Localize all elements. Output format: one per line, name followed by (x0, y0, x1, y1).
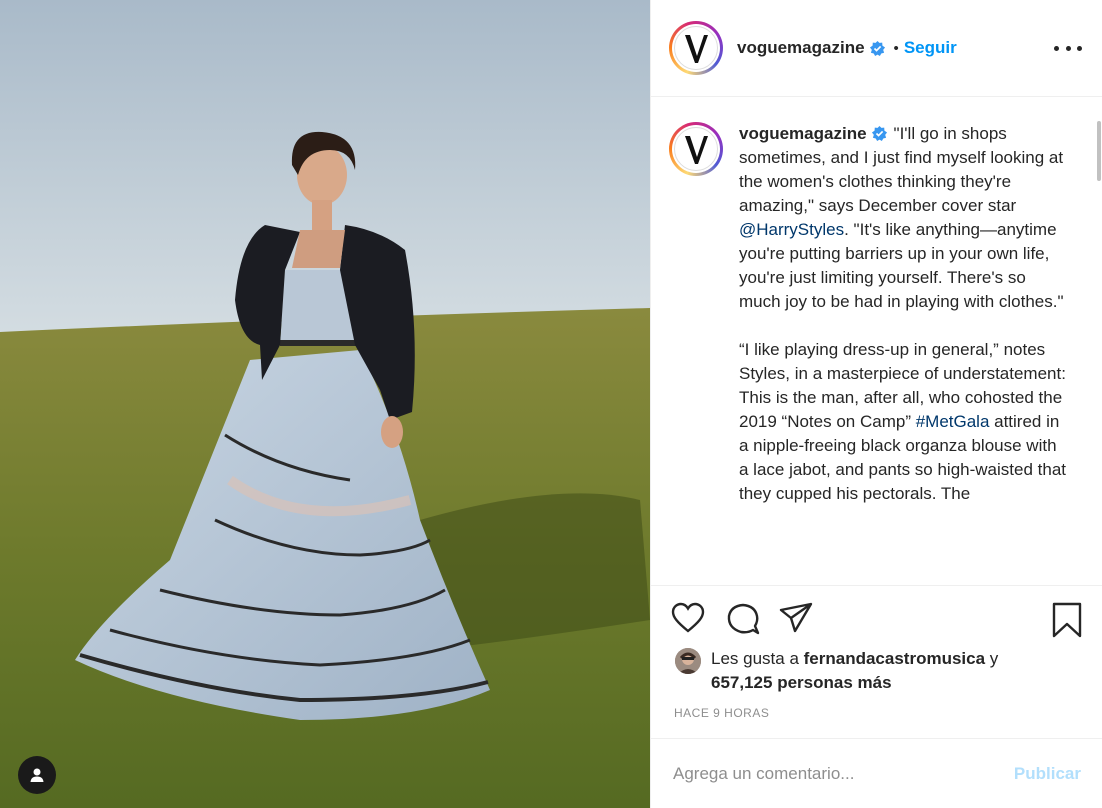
publish-button[interactable]: Publicar (1014, 764, 1081, 784)
post-caption: voguemagazine "I'll go in shops sometimes… (739, 122, 1069, 530)
account-avatar[interactable] (669, 21, 723, 75)
likes-summary: Les gusta a fernandacastromusica y 657,1… (675, 647, 998, 695)
account-username[interactable]: voguemagazine (737, 38, 865, 58)
liker-avatar[interactable] (675, 648, 701, 674)
bookmark-icon[interactable] (1051, 602, 1083, 638)
liker-username[interactable]: fernandacastromusica (804, 649, 985, 668)
vogue-logo-icon (685, 35, 708, 63)
verified-badge-icon (869, 40, 885, 56)
caption-avatar[interactable] (669, 122, 723, 176)
verified-badge-icon (871, 125, 887, 142)
caption-paragraph: voguemagazine "I'll go in shops sometimes… (739, 122, 1069, 314)
liker-avatar-image (675, 648, 701, 674)
follow-button[interactable]: Seguir (904, 38, 957, 58)
action-bar (651, 585, 1102, 645)
post-timestamp[interactable]: HACE 9 HORAS (674, 706, 769, 720)
user-tag-icon (30, 768, 44, 782)
caption-scrollbar[interactable] (1096, 97, 1102, 585)
separator-dot: • (893, 39, 899, 57)
post-header: voguemagazine • Seguir (651, 0, 1102, 97)
likes-text: Les gusta a fernandacastromusica y 657,1… (711, 647, 998, 695)
likes-count[interactable]: 657,125 (711, 673, 772, 692)
user-tag-button[interactable] (18, 756, 56, 794)
paper-plane-icon[interactable] (779, 602, 813, 634)
post-photo[interactable] (0, 0, 650, 808)
likes-prefix: Les gusta a (711, 649, 799, 668)
post-image (0, 0, 650, 808)
heart-icon[interactable] (671, 602, 705, 634)
caption-mention-link[interactable]: #MetGala (916, 412, 990, 431)
caption-area: voguemagazine "I'll go in shops sometimes… (651, 97, 1102, 585)
vogue-logo-icon (685, 136, 708, 164)
caption-username[interactable]: voguemagazine (739, 124, 867, 143)
likes-conj: y (989, 649, 999, 668)
post-sidebar: voguemagazine • Seguir voguemagazine "I'l… (650, 0, 1102, 808)
likes-suffix[interactable]: personas más (777, 673, 891, 692)
comment-form: Publicar (651, 738, 1102, 808)
more-options-icon[interactable] (1054, 38, 1082, 58)
caption-mention-link[interactable]: @HarryStyles (739, 220, 844, 239)
comment-icon[interactable] (726, 602, 760, 636)
caption-paragraph: “I like playing dress-up in general,” no… (739, 338, 1069, 506)
comment-input[interactable] (673, 763, 1014, 784)
